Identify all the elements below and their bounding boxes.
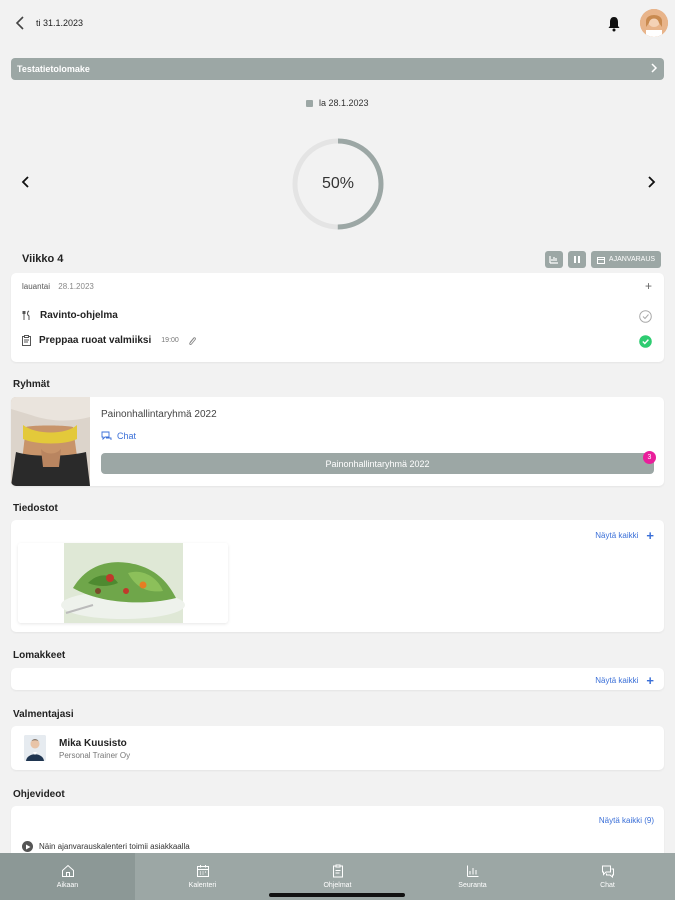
- task-title: Ravinto-ohjelma: [40, 310, 118, 321]
- chevron-right-icon: [650, 62, 658, 76]
- forms-show-all-link[interactable]: Näytä kaikki +: [595, 673, 654, 688]
- video-item[interactable]: Näin ajanvarauskalenteri toimii asiakkaa…: [22, 841, 190, 852]
- forms-show-all-label: Näytä kaikki: [595, 676, 639, 685]
- coach-avatar: [24, 735, 46, 761]
- group-name: Painonhallintaryhmä 2022: [101, 409, 217, 420]
- files-card: Näytä kaikki +: [11, 520, 664, 632]
- videos-title: Ohjevideot: [13, 789, 65, 800]
- task-item[interactable]: Ravinto-ohjelma: [22, 310, 118, 321]
- coach-company: Personal Trainer Oy: [59, 751, 131, 760]
- calendar-icon: [196, 865, 209, 877]
- group-chat-label: Chat: [117, 431, 137, 441]
- chat-icon: [601, 865, 614, 878]
- forms-card: Näytä kaikki +: [11, 668, 664, 690]
- tab-label: Kalenteri: [188, 882, 217, 889]
- home-icon: [61, 864, 74, 877]
- chart-icon: [466, 865, 478, 877]
- video-title: Näin ajanvarauskalenteri toimii asiakkaa…: [39, 842, 190, 851]
- week-actions: AJANVARAUS: [545, 251, 661, 268]
- group-image: [11, 397, 90, 486]
- tab-label: Chat: [600, 882, 615, 889]
- group-chat-link[interactable]: Chat: [101, 431, 136, 441]
- coach-title: Valmentajasi: [13, 709, 74, 720]
- notification-badge: 3: [643, 451, 656, 464]
- back-arrow-icon[interactable]: [12, 14, 30, 32]
- salad-image: [18, 543, 228, 623]
- add-form-icon[interactable]: +: [646, 673, 654, 688]
- add-file-icon[interactable]: +: [646, 528, 654, 543]
- booking-button[interactable]: AJANVARAUS: [591, 251, 661, 268]
- header-date: ti 31.1.2023: [36, 18, 84, 28]
- task-done-icon[interactable]: [639, 335, 652, 348]
- form-bar[interactable]: Testatietolomake: [11, 58, 664, 80]
- user-avatar[interactable]: [640, 9, 668, 37]
- tab-tracking[interactable]: Seuranta: [405, 853, 540, 900]
- file-thumbnail[interactable]: [18, 543, 228, 623]
- progress-value: 50%: [321, 175, 355, 192]
- forms-title: Lomakkeet: [13, 650, 66, 661]
- task-status-icon[interactable]: [639, 310, 652, 323]
- pause-icon: [574, 256, 580, 263]
- coach-name: Mika Kuusisto: [59, 738, 127, 749]
- group-open-button[interactable]: Painonhallintaryhmä 2022: [101, 453, 654, 474]
- week-pause-button[interactable]: [568, 251, 586, 268]
- group-card[interactable]: Painonhallintaryhmä 2022 Chat Painonhall…: [11, 397, 664, 486]
- videos-show-all-link[interactable]: Näytä kaikki (9): [599, 816, 654, 825]
- day-legend-label: la 28.1.2023: [319, 98, 369, 108]
- home-indicator: [269, 893, 405, 897]
- play-icon: [22, 841, 33, 852]
- files-show-all-label: Näytä kaikki: [595, 531, 639, 540]
- paperclip-icon: [189, 336, 196, 345]
- chart-icon: [549, 256, 558, 264]
- week-chart-button[interactable]: [545, 251, 563, 268]
- task-title: Preppaa ruoat valmiiksi: [39, 335, 152, 346]
- tab-chat[interactable]: Chat: [540, 853, 675, 900]
- calendar-icon: [596, 256, 605, 264]
- form-bar-label: Testatietolomake: [17, 64, 90, 74]
- chat-icon: [101, 431, 112, 441]
- day-card-weekday: lauantai: [22, 282, 51, 291]
- cutlery-icon: [22, 310, 30, 320]
- tab-calendar[interactable]: Kalenteri: [135, 853, 270, 900]
- day-legend: la 28.1.2023: [306, 98, 369, 108]
- tab-label: Aikaan: [56, 882, 79, 889]
- previous-day-button[interactable]: [20, 175, 32, 194]
- bell-icon[interactable]: [607, 16, 621, 32]
- day-card-header: lauantai 28.1.2023: [22, 282, 94, 291]
- tab-label: Seuranta: [458, 882, 487, 889]
- files-title: Tiedostot: [13, 503, 58, 514]
- groups-title: Ryhmät: [13, 379, 50, 390]
- tab-label: Ohjelmat: [323, 882, 352, 889]
- task-time: 19:00: [161, 337, 179, 344]
- coach-card[interactable]: Mika Kuusisto Personal Trainer Oy: [11, 726, 664, 770]
- week-title: Viikko 4: [22, 253, 64, 265]
- files-show-all-link[interactable]: Näytä kaikki +: [595, 528, 654, 543]
- booking-button-label: AJANVARAUS: [608, 256, 656, 263]
- top-bar: ti 31.1.2023: [0, 0, 675, 48]
- legend-swatch: [306, 99, 313, 107]
- day-card-date: 28.1.2023: [58, 282, 94, 291]
- day-card: lauantai 28.1.2023 + Ravinto-ohjelma Pre…: [11, 273, 664, 362]
- clipboard-icon: [332, 864, 343, 878]
- clipboard-icon: [22, 335, 31, 346]
- next-day-button[interactable]: [645, 175, 657, 194]
- task-item[interactable]: Preppaa ruoat valmiiksi 19:00: [22, 335, 197, 346]
- add-task-button[interactable]: +: [645, 279, 652, 293]
- tab-home[interactable]: Aikaan: [0, 853, 135, 900]
